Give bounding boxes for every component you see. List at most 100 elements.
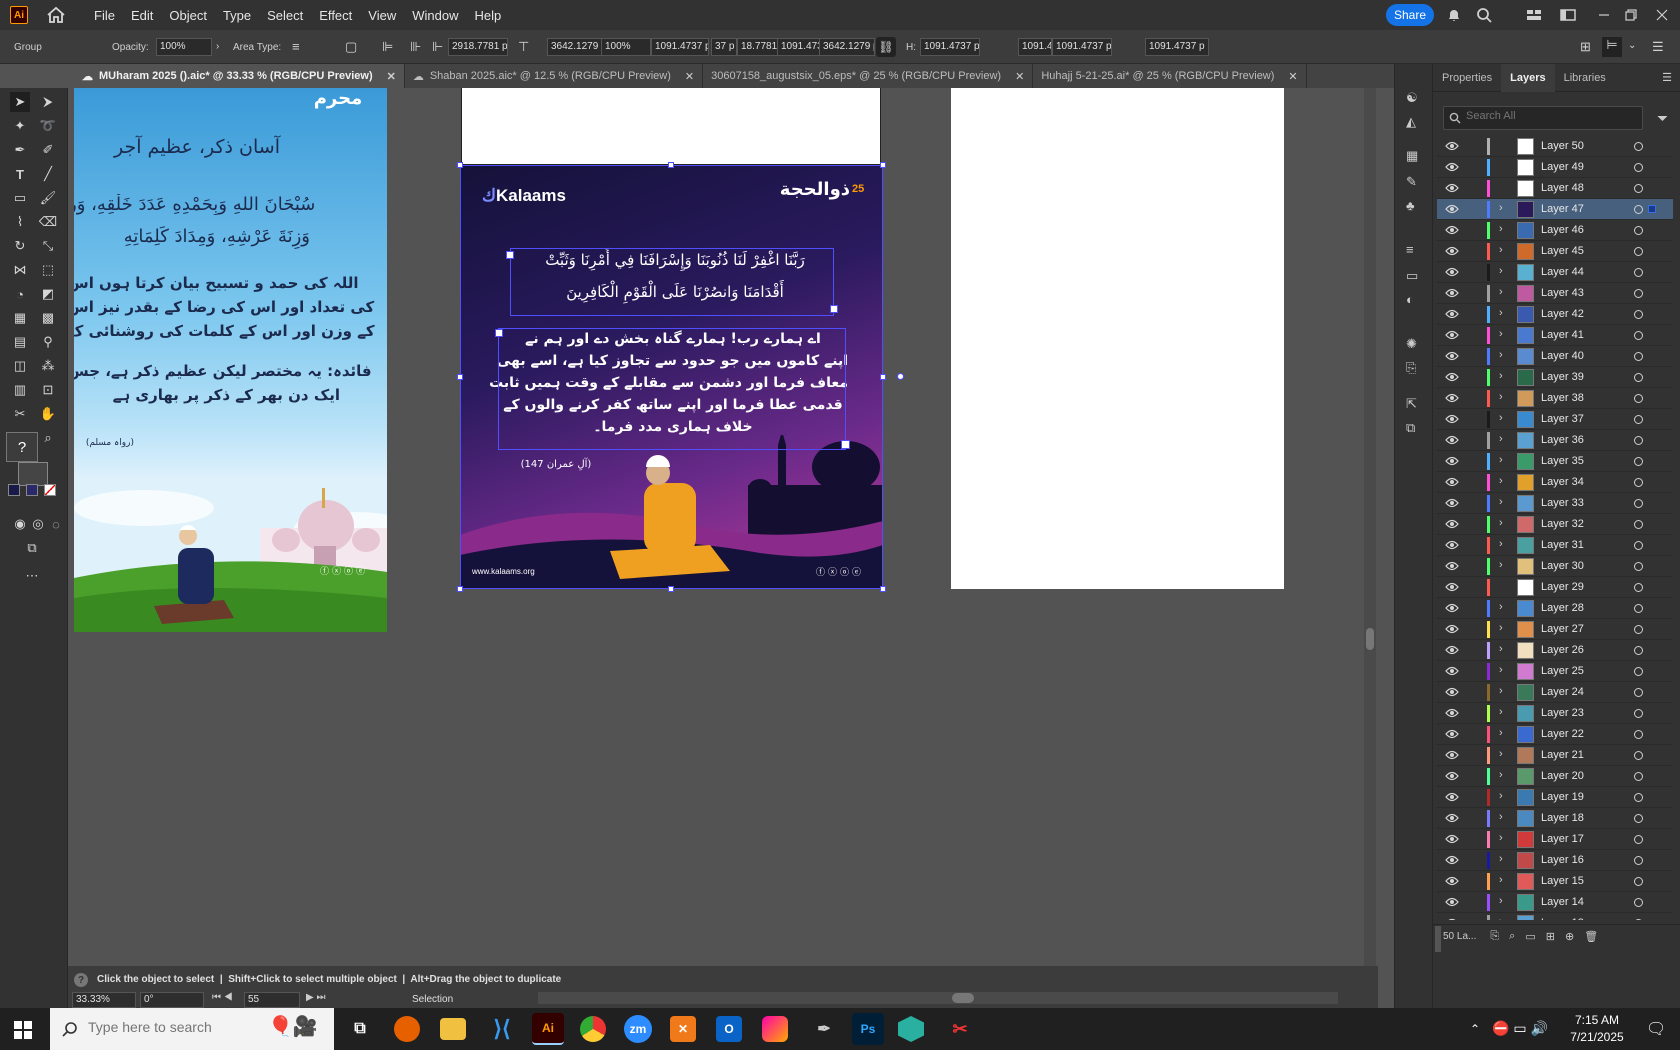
tab-muharam[interactable]: ☁ MUharam 2025 ().aic* @ 33.33 % (RGB/CP… — [74, 64, 405, 88]
menu-help[interactable]: Help — [466, 8, 509, 23]
fill-color-swatch[interactable] — [8, 484, 20, 496]
mesh-tool-icon[interactable]: ▩ — [38, 308, 58, 328]
draw-behind-icon[interactable]: ◎ — [28, 514, 48, 534]
bounds-handle[interactable] — [668, 162, 674, 168]
layer-row[interactable]: › Layer 38 — [1437, 388, 1673, 409]
fill-stroke-swatch[interactable] — [18, 462, 48, 486]
expand-chevron-icon[interactable]: › — [1499, 748, 1503, 760]
layer-name[interactable]: Layer 33 — [1541, 497, 1584, 509]
target-circle-icon[interactable] — [1634, 520, 1643, 529]
layer-name[interactable]: Layer 26 — [1541, 644, 1584, 656]
panel-menu-icon[interactable]: ☰ — [1662, 71, 1672, 84]
target-circle-icon[interactable] — [1634, 541, 1643, 550]
layer-name[interactable]: Layer 37 — [1541, 413, 1584, 425]
eye-icon[interactable] — [1445, 540, 1459, 550]
paintbrush-tool-icon[interactable]: 🖌 — [38, 188, 58, 208]
layer-row[interactable]: › Layer 17 — [1437, 829, 1673, 850]
rectangle-tool-icon[interactable]: ▭ — [10, 188, 30, 208]
expand-chevron-icon[interactable]: › — [1499, 328, 1503, 340]
eye-icon[interactable] — [1445, 435, 1459, 445]
layer-row[interactable]: Layer 48 — [1437, 178, 1673, 199]
vertical-scrollbar[interactable] — [1364, 88, 1376, 966]
target-circle-icon[interactable] — [1634, 688, 1643, 697]
expand-chevron-icon[interactable]: › — [1499, 370, 1503, 382]
asset-export-icon[interactable]: ⎘ — [1406, 360, 1422, 376]
windows-start-icon[interactable] — [14, 1021, 32, 1039]
layer-row[interactable]: › Layer 16 — [1437, 850, 1673, 871]
layer-row[interactable]: › Layer 42 — [1437, 304, 1673, 325]
expand-chevron-icon[interactable]: › — [1499, 517, 1503, 529]
eye-icon[interactable] — [1445, 666, 1459, 676]
expand-chevron-icon[interactable]: › — [1499, 769, 1503, 781]
target-circle-icon[interactable] — [1634, 415, 1643, 424]
layer-row[interactable]: › Layer 41 — [1437, 325, 1673, 346]
lasso-tool-icon[interactable]: ➰ — [38, 116, 58, 136]
image-trace-icon[interactable]: ◭ — [1406, 114, 1422, 130]
target-circle-icon[interactable] — [1634, 352, 1643, 361]
target-circle-icon[interactable] — [1634, 856, 1643, 865]
eye-icon[interactable] — [1445, 771, 1459, 781]
free-transform-tool-icon[interactable]: ⬚ — [38, 260, 58, 280]
photoshop-icon[interactable]: Ps — [852, 1013, 884, 1045]
layer-name[interactable]: Layer 50 — [1541, 140, 1584, 152]
layer-name[interactable]: Layer 16 — [1541, 854, 1584, 866]
layer-row[interactable]: › Layer 23 — [1437, 703, 1673, 724]
menu-file[interactable]: File — [86, 8, 123, 23]
expand-chevron-icon[interactable]: › — [1499, 622, 1503, 634]
scale-field[interactable]: 100% — [601, 38, 651, 56]
layer-name[interactable]: Layer 25 — [1541, 665, 1584, 677]
eye-icon[interactable] — [1445, 141, 1459, 151]
locate-object-icon[interactable]: ⌕ — [1509, 930, 1515, 943]
clipping-mask-icon[interactable]: ▭ — [1525, 930, 1535, 943]
align-menu-icon[interactable]: ≡ — [292, 39, 300, 54]
value-field-4[interactable]: 3642.1279 p — [819, 38, 875, 56]
eye-icon[interactable] — [1445, 288, 1459, 298]
layer-row[interactable]: › Layer 28 — [1437, 598, 1673, 619]
target-circle-icon[interactable] — [1634, 331, 1643, 340]
gradient-icon[interactable]: ▭ — [1406, 268, 1422, 284]
eye-icon[interactable] — [1445, 309, 1459, 319]
eraser-tool-icon[interactable]: ⌫ — [38, 212, 58, 232]
layer-row[interactable]: › Layer 27 — [1437, 619, 1673, 640]
layers-search[interactable] — [1443, 106, 1643, 130]
eye-icon[interactable] — [1445, 519, 1459, 529]
target-circle-icon[interactable] — [1634, 310, 1643, 319]
expand-chevron-icon[interactable]: › — [1499, 412, 1503, 424]
target-circle-icon[interactable] — [1634, 562, 1643, 571]
target-circle-icon[interactable] — [1634, 646, 1643, 655]
layer-row[interactable]: › Layer 20 — [1437, 766, 1673, 787]
value-field-1[interactable]: 37 p — [711, 38, 737, 56]
eye-icon[interactable] — [1445, 855, 1459, 865]
app-tool-icon[interactable]: ✂ — [944, 1013, 976, 1045]
color-guide-icon[interactable]: ▦ — [1406, 148, 1422, 164]
eye-icon[interactable] — [1445, 225, 1459, 235]
tray-icons[interactable]: ⛔ ▭ 🔊 — [1492, 1020, 1548, 1037]
artboard-tool-icon[interactable]: ⊡ — [38, 380, 58, 400]
zoom-field[interactable]: 33.33% — [72, 992, 136, 1008]
artboard-muharram[interactable]: محرم آسان ذکر، عظیم آجر سُبْحَانَ اللهِ … — [74, 88, 387, 632]
gradient-tool-icon[interactable]: ▤ — [10, 332, 30, 352]
vscode-icon[interactable]: ⟩⟨ — [486, 1013, 518, 1045]
expand-chevron-icon[interactable]: › — [1499, 349, 1503, 361]
target-circle-icon[interactable] — [1634, 499, 1643, 508]
layer-name[interactable]: Layer 41 — [1541, 329, 1584, 341]
target-circle-icon[interactable] — [1634, 751, 1643, 760]
layer-name[interactable]: Layer 38 — [1541, 392, 1584, 404]
eye-icon[interactable] — [1445, 204, 1459, 214]
brushes-icon[interactable]: ✎ — [1406, 174, 1422, 190]
w-field[interactable]: 1091.4737 p — [651, 38, 709, 56]
expand-chevron-icon[interactable]: › — [1499, 832, 1503, 844]
expand-chevron-icon[interactable]: › — [1499, 664, 1503, 676]
layer-row[interactable]: › Layer 13 — [1437, 913, 1673, 920]
layer-name[interactable]: Layer 28 — [1541, 602, 1584, 614]
layer-name[interactable]: Layer 13 — [1541, 917, 1584, 920]
target-circle-icon[interactable] — [1634, 814, 1643, 823]
opacity-field[interactable]: 100% — [156, 38, 212, 56]
magic-wand-tool-icon[interactable]: ✦ — [10, 116, 30, 136]
chevron-right-icon[interactable]: › — [216, 41, 219, 52]
filter-icon[interactable]: ⏷ — [1657, 110, 1668, 127]
file-explorer-icon[interactable] — [440, 1018, 466, 1040]
layer-name[interactable]: Layer 19 — [1541, 791, 1584, 803]
eye-icon[interactable] — [1445, 582, 1459, 592]
layer-row[interactable]: › Layer 14 — [1437, 892, 1673, 913]
